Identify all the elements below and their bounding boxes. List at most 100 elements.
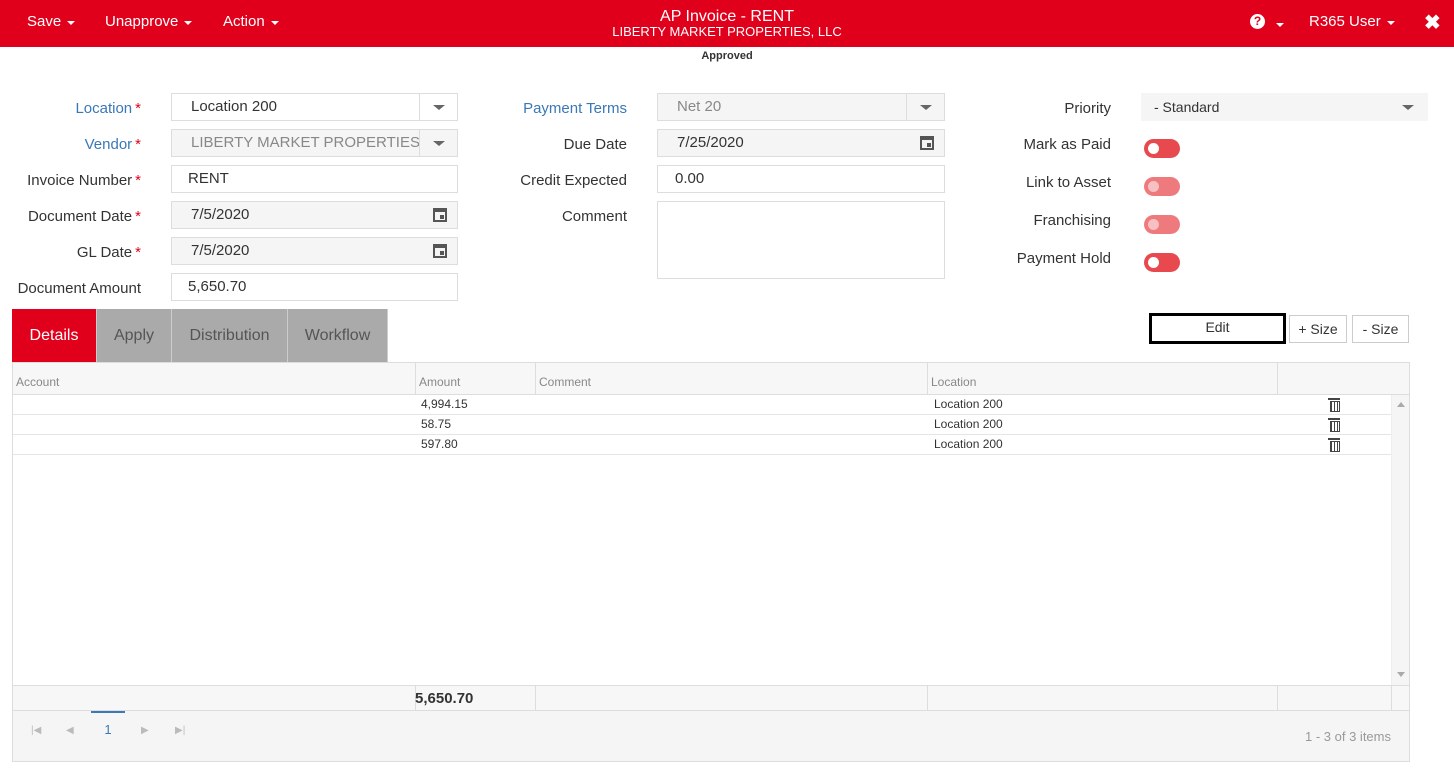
payment-terms-dropdown[interactable]: Net 20 xyxy=(657,93,945,121)
footer-divider xyxy=(535,686,536,711)
page-title: AP Invoice - RENT xyxy=(660,8,794,25)
size-down-button[interactable]: - Size xyxy=(1352,315,1409,343)
payment-terms-label: Payment Terms xyxy=(523,100,627,117)
scroll-up-icon[interactable] xyxy=(1397,402,1405,407)
user-menu[interactable]: R365 User xyxy=(1309,13,1395,30)
footer-divider xyxy=(927,686,928,711)
edit-button[interactable]: Edit xyxy=(1149,313,1286,344)
document-date-label: Document Date * xyxy=(10,208,141,225)
chevron-down-icon xyxy=(1386,20,1395,25)
gl-date-input[interactable]: 7/5/2020 xyxy=(171,237,458,265)
calendar-icon[interactable] xyxy=(433,244,447,258)
payment-terms-value: Net 20 xyxy=(677,98,722,115)
tab-details[interactable]: Details xyxy=(12,309,97,362)
cell-location[interactable]: Location 200 xyxy=(934,397,1003,411)
page-number[interactable]: 1 xyxy=(91,711,125,741)
tab-apply[interactable]: Apply xyxy=(97,309,172,362)
required-marker: * xyxy=(135,100,141,117)
credit-expected-label: Credit Expected xyxy=(520,172,627,189)
document-date-label-text: Document Date xyxy=(27,208,133,225)
tab-distribution[interactable]: Distribution xyxy=(172,309,288,362)
mark-as-paid-toggle[interactable] xyxy=(1144,139,1180,158)
dropdown-arrow-icon[interactable] xyxy=(1389,94,1427,120)
column-header-actions xyxy=(1277,363,1391,394)
dropdown-arrow-icon[interactable] xyxy=(419,94,457,120)
required-marker: * xyxy=(135,136,141,153)
table-row[interactable]: 58.75 Location 200 xyxy=(13,415,1391,435)
trash-icon[interactable] xyxy=(1328,398,1340,412)
calendar-icon[interactable] xyxy=(920,136,934,150)
grid-pager: |◀ ◀ 1 ▶ ▶| 1 - 3 of 3 items xyxy=(13,711,1409,761)
invoice-number-value: RENT xyxy=(188,170,229,187)
mark-as-paid-label: Mark as Paid xyxy=(1023,136,1111,153)
cell-amount[interactable]: 597.80 xyxy=(421,437,458,451)
link-to-asset-toggle[interactable] xyxy=(1144,177,1180,196)
required-marker: * xyxy=(135,244,141,261)
due-date-label: Due Date xyxy=(563,136,627,153)
footer-divider xyxy=(1391,686,1392,711)
user-menu-label: R365 User xyxy=(1309,13,1381,30)
grid-header: Account Amount Comment Location xyxy=(13,363,1409,395)
gl-date-label-text: GL Date xyxy=(76,244,133,261)
pager-info: 1 - 3 of 3 items xyxy=(1305,729,1391,744)
close-icon[interactable]: ✖ xyxy=(1424,10,1441,35)
cell-location[interactable]: Location 200 xyxy=(934,417,1003,431)
vendor-label: Vendor * xyxy=(40,136,141,153)
size-up-button[interactable]: + Size xyxy=(1289,315,1347,343)
details-grid: Account Amount Comment Location 4,994.15… xyxy=(12,362,1410,762)
required-marker: * xyxy=(135,172,141,189)
table-row[interactable]: 597.80 Location 200 xyxy=(13,435,1391,455)
next-page-icon[interactable]: ▶ xyxy=(141,725,149,736)
credit-expected-input[interactable]: 0.00 xyxy=(657,165,945,193)
document-amount-input[interactable]: 5,650.70 xyxy=(171,273,458,301)
document-date-value: 7/5/2020 xyxy=(191,206,250,223)
column-header-account[interactable]: Account xyxy=(13,363,415,394)
invoice-number-label-text: Invoice Number xyxy=(27,172,133,189)
top-bar: Save Unapprove Action AP Invoice - RENT … xyxy=(0,0,1454,47)
dropdown-arrow-icon[interactable] xyxy=(906,94,944,120)
payment-hold-toggle[interactable] xyxy=(1144,253,1180,272)
invoice-number-input[interactable]: RENT xyxy=(171,165,458,193)
payment-hold-label: Payment Hold xyxy=(1016,250,1111,267)
comment-textarea[interactable] xyxy=(657,201,945,279)
document-amount-label: Document Amount xyxy=(17,280,141,297)
due-date-value: 7/25/2020 xyxy=(677,134,744,151)
dropdown-arrow-icon[interactable] xyxy=(419,130,457,156)
table-row[interactable]: 4,994.15 Location 200 xyxy=(13,395,1391,415)
priority-label: Priority xyxy=(1064,100,1111,117)
vendor-dropdown[interactable]: LIBERTY MARKET PROPERTIES, LLC xyxy=(171,129,458,157)
page-title-block: AP Invoice - RENT LIBERTY MARKET PROPERT… xyxy=(0,8,1454,40)
column-header-comment[interactable]: Comment xyxy=(535,363,927,394)
prev-page-icon[interactable]: ◀ xyxy=(66,725,74,736)
trash-icon[interactable] xyxy=(1328,418,1340,432)
trash-icon[interactable] xyxy=(1328,438,1340,452)
gl-date-label: GL Date * xyxy=(10,244,141,261)
first-page-icon[interactable]: |◀ xyxy=(31,725,41,736)
tab-workflow[interactable]: Workflow xyxy=(288,309,388,362)
link-to-asset-label: Link to Asset xyxy=(1025,174,1111,191)
priority-value: - Standard xyxy=(1154,99,1220,115)
due-date-input[interactable]: 7/25/2020 xyxy=(657,129,945,157)
cell-location[interactable]: Location 200 xyxy=(934,437,1003,451)
status-badge: Approved xyxy=(701,50,753,62)
column-header-amount[interactable]: Amount xyxy=(415,363,535,394)
last-page-icon[interactable]: ▶| xyxy=(175,725,185,736)
cell-amount[interactable]: 4,994.15 xyxy=(421,397,468,411)
franchising-label: Franchising xyxy=(1033,212,1111,229)
calendar-icon[interactable] xyxy=(433,208,447,222)
help-icon[interactable]: ? xyxy=(1250,14,1265,29)
location-dropdown[interactable]: Location 200 xyxy=(171,93,458,121)
scroll-down-icon[interactable] xyxy=(1397,672,1405,677)
document-date-input[interactable]: 7/5/2020 xyxy=(171,201,458,229)
cell-amount[interactable]: 58.75 xyxy=(421,417,451,431)
vendor-label-text: Vendor xyxy=(84,136,133,153)
column-header-location[interactable]: Location xyxy=(927,363,1277,394)
invoice-number-label: Invoice Number * xyxy=(10,172,141,189)
franchising-toggle[interactable] xyxy=(1144,215,1180,234)
comment-label: Comment xyxy=(561,208,627,225)
help-chevron-down-icon[interactable] xyxy=(1276,23,1284,27)
priority-dropdown[interactable]: - Standard xyxy=(1141,93,1428,121)
location-label: Location * xyxy=(40,100,141,117)
vertical-scrollbar[interactable] xyxy=(1391,395,1409,685)
footer-divider xyxy=(1277,686,1278,711)
